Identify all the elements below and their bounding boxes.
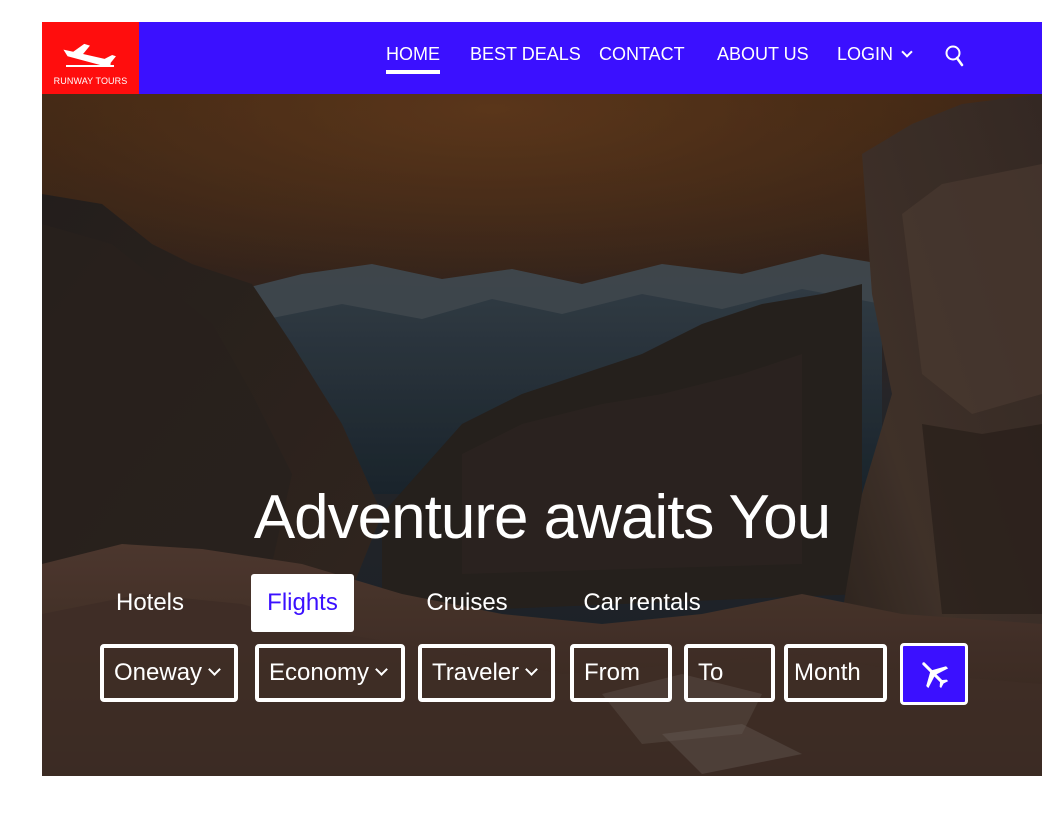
month-field[interactable]: Month	[784, 644, 887, 702]
tab-hotels[interactable]: Hotels	[100, 574, 200, 632]
trip-type-value: Oneway	[114, 659, 203, 686]
top-navbar: RUNWAY TOURS HOME BEST DEALS CONTACT ABO…	[42, 22, 1042, 94]
nav-best-deals[interactable]: BEST DEALS	[470, 44, 581, 65]
chevron-down-icon	[525, 662, 539, 676]
from-placeholder: From	[584, 659, 640, 686]
traveler-value: Traveler	[432, 659, 520, 686]
nav-login[interactable]: LOGIN	[837, 44, 913, 65]
cabin-class-value: Economy	[269, 659, 370, 686]
trip-type-select[interactable]: Oneway	[100, 644, 238, 702]
search-icon[interactable]	[944, 44, 966, 68]
brand-logo[interactable]: RUNWAY TOURS	[42, 22, 139, 94]
chevron-down-icon	[901, 45, 913, 58]
tab-cruises[interactable]: Cruises	[412, 574, 522, 632]
page-frame: RUNWAY TOURS HOME BEST DEALS CONTACT ABO…	[42, 22, 1042, 776]
chevron-down-icon	[375, 662, 388, 676]
tab-car-rentals[interactable]: Car rentals	[572, 574, 712, 632]
nav-contact[interactable]: CONTACT	[599, 44, 685, 65]
search-flights-button[interactable]	[900, 643, 968, 705]
from-field[interactable]: From	[570, 644, 672, 702]
nav-login-label: LOGIN	[837, 44, 894, 64]
to-field[interactable]: To	[684, 644, 775, 702]
nav-home[interactable]: HOME	[386, 44, 440, 74]
airplane-takeoff-icon	[63, 43, 116, 67]
tab-flights[interactable]: Flights	[251, 574, 354, 632]
chevron-down-icon	[208, 662, 221, 676]
airplane-icon	[922, 662, 949, 689]
month-placeholder: Month	[794, 659, 861, 686]
brand-name: RUNWAY TOURS	[53, 76, 128, 86]
traveler-select[interactable]: Traveler	[418, 644, 555, 702]
nav-about-us[interactable]: ABOUT US	[717, 44, 809, 65]
to-placeholder: To	[698, 659, 724, 686]
cabin-class-select[interactable]: Economy	[255, 644, 405, 702]
hero-headline: Adventure awaits You	[253, 483, 831, 552]
